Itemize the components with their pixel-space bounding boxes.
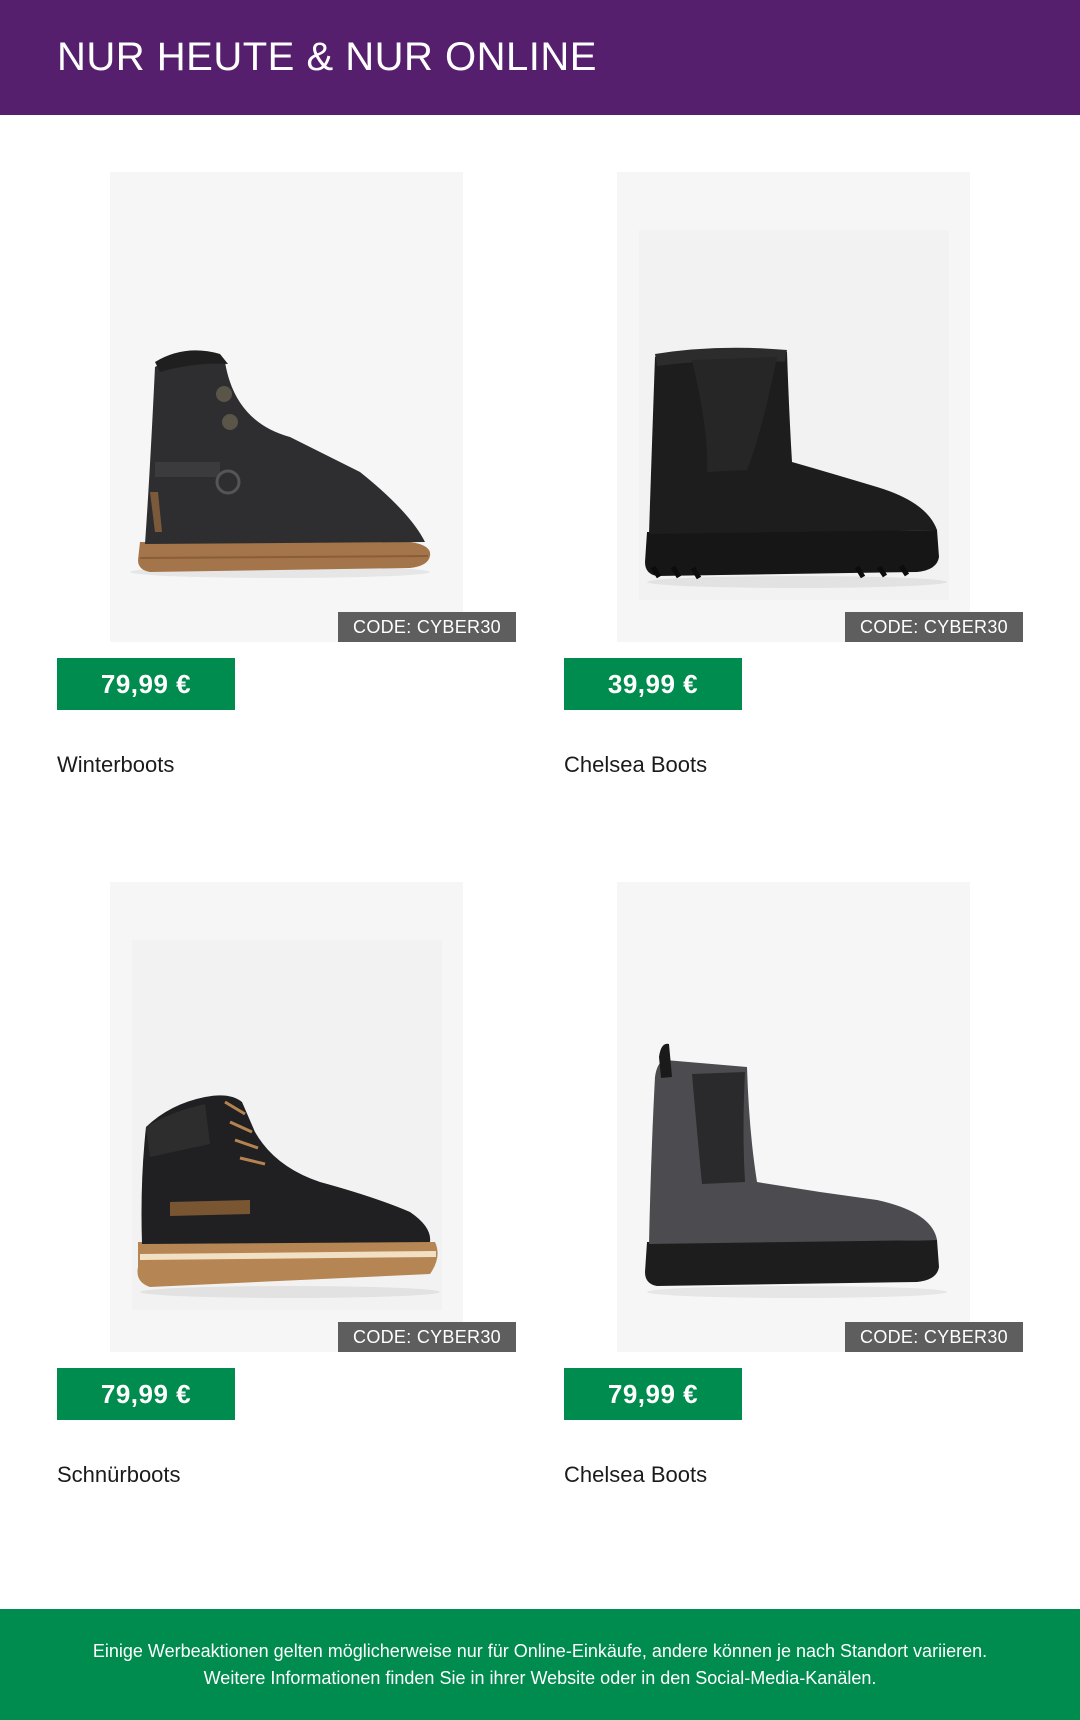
discount-code-badge: CODE: CYBER30 xyxy=(845,1322,1023,1352)
product-name[interactable]: Chelsea Boots xyxy=(564,752,707,778)
black-chelsea-boot-image[interactable] xyxy=(617,172,970,642)
footer-disclaimer: Einige Werbeaktionen gelten möglicherwei… xyxy=(0,1609,1080,1720)
product-name[interactable]: Chelsea Boots xyxy=(564,1462,707,1488)
price-badge[interactable]: 79,99 € xyxy=(564,1368,742,1420)
product-card-winterboots[interactable]: CODE: CYBER30 79,99 € Winterboots xyxy=(57,172,517,812)
discount-code-badge: CODE: CYBER30 xyxy=(338,1322,516,1352)
disclaimer-text: Einige Werbeaktionen gelten möglicherwei… xyxy=(92,1640,988,1688)
lace-up-boot-image[interactable] xyxy=(110,882,463,1352)
product-card-chelsea-boots-grey[interactable]: CODE: CYBER30 79,99 € Chelsea Boots xyxy=(564,882,1024,1522)
winter-boot-fur-image[interactable] xyxy=(110,172,463,642)
product-name[interactable]: Winterboots xyxy=(57,752,174,778)
discount-code-badge: CODE: CYBER30 xyxy=(845,612,1023,642)
header-banner: NUR HEUTE & NUR ONLINE xyxy=(0,0,1080,115)
price-badge[interactable]: 79,99 € xyxy=(57,1368,235,1420)
price-badge[interactable]: 79,99 € xyxy=(57,658,235,710)
price-badge[interactable]: 39,99 € xyxy=(564,658,742,710)
product-card-schnuerboots[interactable]: CODE: CYBER30 79,99 € Schnürboots xyxy=(57,882,517,1522)
product-card-chelsea-boots-black[interactable]: CODE: CYBER30 39,99 € Chelsea Boots xyxy=(564,172,1024,812)
grey-chelsea-boot-image[interactable] xyxy=(617,882,970,1352)
product-name[interactable]: Schnürboots xyxy=(57,1462,181,1488)
page-title: NUR HEUTE & NUR ONLINE xyxy=(57,35,597,79)
discount-code-badge: CODE: CYBER30 xyxy=(338,612,516,642)
